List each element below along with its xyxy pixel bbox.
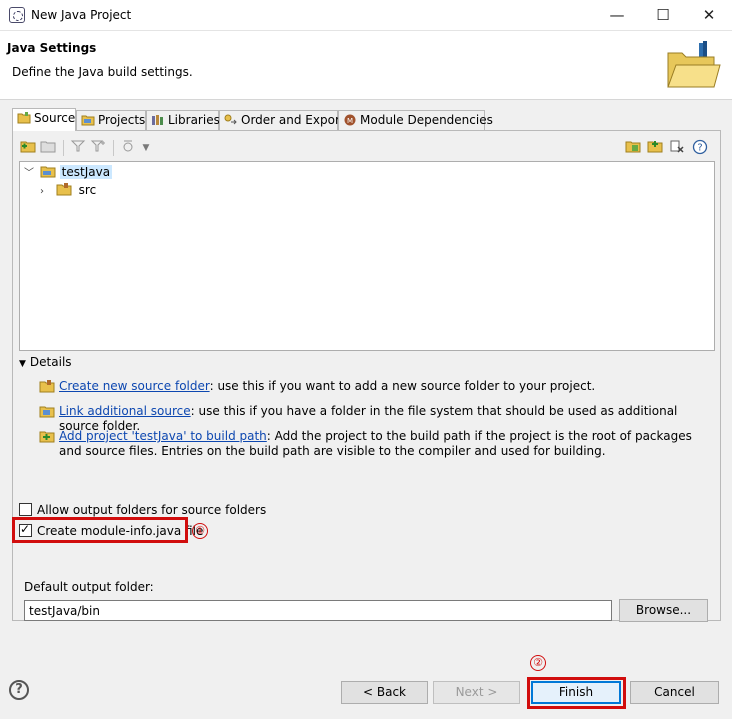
tree-item-src[interactable]: › src	[40, 181, 96, 199]
highlight-box-1	[12, 517, 188, 543]
link-source-icon[interactable]	[39, 139, 57, 157]
tab-module-dependencies-label: Module Dependencies	[360, 113, 493, 127]
back-button[interactable]: < Back	[341, 681, 428, 704]
source-tree: ﹀ testJava › src	[19, 161, 715, 351]
svg-text:M: M	[347, 117, 353, 125]
tab-order-export[interactable]: Order and Export	[219, 110, 345, 130]
chevron-right-icon[interactable]: ›	[40, 183, 52, 201]
help-icon[interactable]: ?	[9, 680, 29, 700]
browse-button[interactable]: Browse...	[619, 599, 708, 622]
source-folder-icon	[17, 112, 31, 124]
close-window-button[interactable]: ✕	[686, 0, 732, 31]
tab-source-label: Source	[34, 111, 76, 125]
minimize-button[interactable]: —	[594, 0, 640, 31]
create-source-folder-link[interactable]: Create new source folder	[59, 379, 210, 393]
help-circle-icon[interactable]: ?	[691, 139, 709, 157]
tab-projects[interactable]: Projects	[76, 110, 146, 130]
tree-item-project-label: testJava	[59, 165, 113, 179]
remove-icon[interactable]	[668, 139, 686, 157]
annotation-marker-1: ①	[192, 523, 208, 539]
tab-module-dependencies[interactable]: M Module Dependencies	[338, 110, 493, 130]
add-project-icon	[39, 431, 55, 443]
tree-item-src-label: src	[78, 183, 97, 197]
allow-output-label: Allow output folders for source folders	[37, 503, 267, 517]
svg-text:?: ?	[697, 143, 702, 154]
dropdown-arrow-icon[interactable]: ▼	[137, 139, 155, 157]
new-source-folder-icon	[39, 380, 55, 393]
java-project-icon	[40, 166, 56, 178]
tab-libraries-label: Libraries	[168, 113, 220, 127]
order-export-icon	[224, 114, 237, 125]
link-folder-icon	[39, 406, 55, 418]
page-title: Java Settings	[7, 41, 97, 55]
configure-icon[interactable]	[119, 139, 137, 157]
tab-projects-label: Projects	[98, 113, 146, 127]
add-linked-folder-icon[interactable]	[646, 139, 664, 157]
tree-item-project[interactable]: ﹀ testJava	[24, 163, 113, 183]
new-source-folder-icon[interactable]	[19, 139, 37, 157]
title-bar: New Java Project — ☐ ✕	[0, 0, 732, 31]
maximize-button[interactable]: ☐	[640, 0, 686, 31]
highlight-box-2	[527, 677, 626, 709]
wizard-header: Java Settings Define the Java build sett…	[0, 31, 732, 100]
wizard-body: Source Projects Libraries Order and Expo…	[0, 100, 732, 719]
details-heading: Details	[29, 355, 72, 369]
cancel-button[interactable]: Cancel	[630, 681, 719, 704]
annotation-marker-2: ②	[530, 655, 546, 671]
triangle-down-icon: ▼	[19, 359, 26, 369]
libraries-icon	[152, 115, 163, 125]
window-title: New Java Project	[31, 8, 132, 22]
filter-add-icon[interactable]	[89, 139, 107, 157]
chevron-down-icon[interactable]: ﹀	[24, 165, 36, 183]
allow-output-checkbox-box[interactable]	[19, 503, 32, 516]
output-folder-label: Default output folder:	[24, 580, 154, 594]
tab-order-export-label: Order and Export	[241, 113, 345, 127]
filter-icon[interactable]	[69, 139, 87, 157]
projects-icon	[81, 115, 95, 126]
add-project-link[interactable]: Add project 'testJava' to build path	[59, 429, 267, 443]
link-additional-source-link[interactable]: Link additional source	[59, 404, 191, 418]
create-source-folder-desc: : use this if you want to add a new sour…	[209, 379, 596, 393]
source-panel: ▼ ? ﹀ testJava › src ▼ Details Create ne…	[12, 130, 721, 622]
output-folder-input[interactable]	[24, 600, 612, 621]
folder-banner-icon	[667, 41, 721, 88]
add-folder-icon[interactable]	[624, 139, 642, 157]
next-button[interactable]: Next >	[433, 681, 520, 704]
module-icon: M	[344, 114, 356, 126]
source-toolbar: ▼ ?	[19, 137, 713, 159]
tab-libraries[interactable]: Libraries	[146, 110, 220, 130]
package-folder-icon	[56, 183, 72, 196]
eclipse-app-icon	[9, 7, 25, 23]
page-description: Define the Java build settings.	[12, 65, 193, 79]
details-toggle[interactable]: ▼ Details	[19, 355, 72, 369]
tab-source[interactable]: Source	[12, 108, 76, 131]
